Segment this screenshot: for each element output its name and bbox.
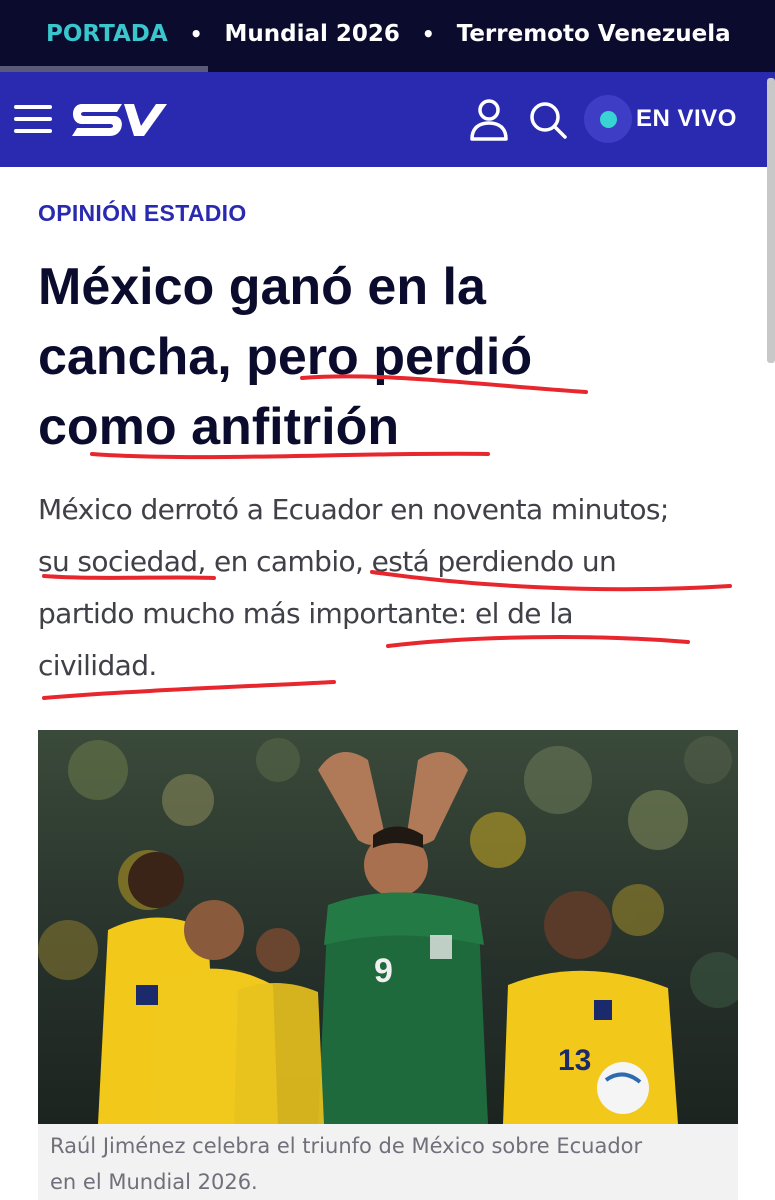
search-icon[interactable] bbox=[528, 100, 568, 144]
article-photo[interactable]: 9 13 bbox=[38, 730, 738, 1124]
article-lead: México derrotó a Ecuador en noventa minu… bbox=[38, 484, 758, 692]
trending-bar: PORTADA • Mundial 2026 • Terremoto Venez… bbox=[0, 0, 775, 72]
lead-line: su sociedad, en cambio, está perdiendo u… bbox=[38, 545, 617, 578]
menu-icon[interactable] bbox=[14, 99, 54, 139]
scrollbar[interactable] bbox=[767, 78, 775, 363]
section-kicker[interactable]: OPINIÓN ESTADIO bbox=[38, 200, 247, 227]
headline-line: México ganó en la bbox=[38, 258, 486, 316]
lead-line: partido mucho más importante: el de la bbox=[38, 597, 574, 630]
live-dot-icon bbox=[584, 95, 632, 143]
trending-tabs: PORTADA • Mundial 2026 • Terremoto Venez… bbox=[0, 0, 731, 68]
lead-line: civilidad. bbox=[38, 649, 157, 682]
site-header: EN VIVO bbox=[0, 72, 775, 167]
photo-caption: Raúl Jiménez celebra el triunfo de Méxic… bbox=[38, 1124, 738, 1200]
tab-terremoto-venezuela[interactable]: Terremoto Venezuela bbox=[457, 21, 731, 47]
tab-mundial-2026[interactable]: Mundial 2026 bbox=[224, 21, 399, 47]
live-label: EN VIVO bbox=[636, 105, 737, 132]
headline-line: como anfitrión bbox=[38, 398, 400, 456]
tab-portada[interactable]: PORTADA bbox=[46, 21, 168, 47]
svg-text:13: 13 bbox=[558, 1044, 591, 1077]
caption-line: en el Mundial 2026. bbox=[50, 1170, 258, 1194]
tab-separator: • bbox=[421, 22, 435, 46]
lead-line: México derrotó a Ecuador en noventa minu… bbox=[38, 493, 669, 526]
ecuavisa-logo[interactable] bbox=[70, 98, 168, 146]
headline-line: cancha, pero perdió bbox=[38, 328, 533, 386]
article-headline: México ganó en la cancha, pero perdió co… bbox=[38, 252, 738, 462]
caption-line: Raúl Jiménez celebra el triunfo de Méxic… bbox=[50, 1134, 643, 1158]
live-button[interactable]: EN VIVO bbox=[584, 94, 737, 144]
user-icon[interactable] bbox=[468, 98, 510, 146]
svg-text:9: 9 bbox=[374, 952, 393, 990]
tab-separator: • bbox=[189, 22, 203, 46]
